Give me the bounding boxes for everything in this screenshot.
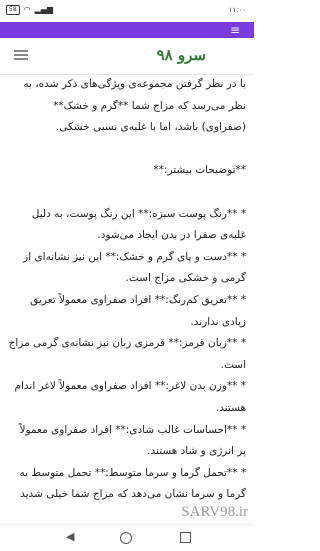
site-header: سرو ۹۸: [0, 38, 254, 75]
status-time: ۱۱:۰۰: [228, 6, 246, 14]
list-item: * **تحمل گرما و سرما متوسط:** تحمل متوسط…: [19, 466, 246, 501]
site-logo[interactable]: سرو ۹۸: [157, 46, 206, 64]
list-item: * **احساسات غالب شادی:** افراد صفراوی مع…: [19, 423, 246, 458]
status-icons: 58 ◠ ▂▄▆: [6, 5, 53, 15]
back-icon[interactable]: ◀: [66, 531, 74, 543]
list-item: * **دست و پای گرم و خشک:** این نیز نشانه…: [23, 250, 246, 285]
hamburger-menu-icon[interactable]: [14, 50, 28, 60]
app-bar: ≡: [0, 22, 254, 38]
navigation-bar: ◀: [0, 524, 254, 551]
recent-apps-icon[interactable]: [180, 532, 191, 543]
article-body: با در نظر گرفتن مجموعه‌ی ویژگی‌های ذکر ش…: [8, 74, 246, 524]
watermark: SARV98.ir: [181, 504, 248, 520]
list-item: * **تعریق کم‌رنگ:** افراد صفراوی معمولاً…: [30, 293, 246, 328]
list-item: * **وزن بدن لاغر:** افراد صفراوی معمولاً…: [14, 380, 246, 414]
status-bar: 58 ◠ ▂▄▆ ۱۱:۰۰: [0, 0, 254, 22]
wifi-icon: ◠: [23, 5, 31, 14]
signal-icon: ▂▄▆: [34, 5, 54, 14]
list-item: * **زبان قرمز:** قرمزی زبان نیز نشانه‌ی …: [8, 337, 246, 371]
battery-icon: 58: [6, 5, 20, 15]
paragraph: با در نظر گرفتن مجموعه‌ی ویژگی‌های ذکر ش…: [23, 78, 246, 134]
overflow-menu-icon[interactable]: ≡: [230, 24, 240, 36]
list-item: * **رنگ پوست سبزه:** این رنگ پوست، به دل…: [31, 207, 246, 242]
paragraph: **توضیحات بیشتر:**: [153, 164, 246, 177]
home-icon[interactable]: [120, 532, 132, 544]
